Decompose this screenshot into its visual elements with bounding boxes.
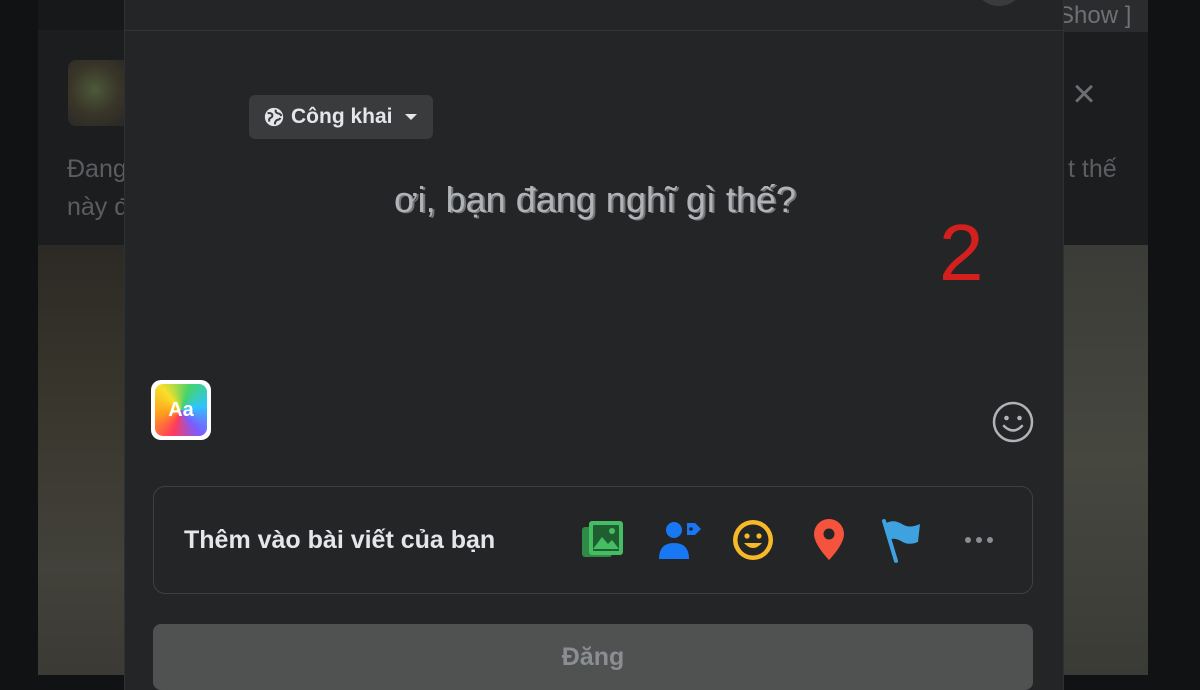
life-event-flag-icon[interactable] (878, 515, 928, 565)
audience-label: Công khai (291, 105, 393, 128)
feeling-activity-icon[interactable] (728, 515, 778, 565)
more-icon[interactable] (954, 515, 1004, 565)
text-style-button[interactable]: Aa (151, 380, 211, 440)
check-in-icon[interactable] (804, 515, 854, 565)
add-to-post-bar: Thêm vào bài viết của bạn (153, 486, 1033, 594)
dialog-close-button[interactable] (973, 0, 1025, 6)
create-post-dialog: Công khai ơi, bạn đang nghĩ gì thế? 2 Aa… (124, 0, 1064, 690)
tag-people-icon[interactable] (654, 515, 704, 565)
globe-icon (264, 107, 284, 127)
post-button[interactable]: Đăng (153, 624, 1033, 690)
audience-selector[interactable]: Công khai (249, 95, 433, 139)
chevron-down-icon (404, 114, 417, 120)
background-photo-left-strip (38, 245, 124, 675)
background-close-icon[interactable]: × (1066, 74, 1102, 114)
background-show-link[interactable]: Show ] (1058, 0, 1148, 32)
emoji-picker-icon[interactable] (991, 400, 1035, 444)
background-post-text-left: Đang này đ (67, 155, 127, 221)
background-post-text-right: t thế (1068, 155, 1117, 183)
step-annotation: 2 (939, 208, 984, 297)
background-photo-right-strip (1062, 245, 1148, 675)
add-to-post-label: Thêm vào bài viết của bạn (184, 526, 496, 554)
dialog-header-divider (125, 30, 1063, 31)
photo-video-icon[interactable] (578, 515, 628, 565)
post-composer-input[interactable] (285, 170, 909, 232)
text-style-label: Aa (155, 384, 207, 436)
